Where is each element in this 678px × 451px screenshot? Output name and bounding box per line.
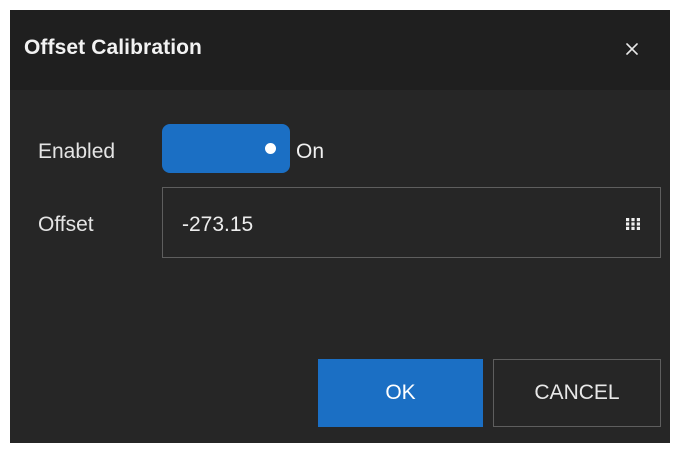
cancel-button[interactable]: CANCEL	[493, 359, 661, 427]
toggle-knob	[265, 143, 276, 154]
enabled-state-text: On	[296, 140, 325, 163]
offset-label: Offset	[38, 213, 94, 236]
offset-input[interactable]: -273.15	[162, 187, 661, 258]
offset-value: -273.15	[182, 213, 254, 236]
close-button[interactable]	[618, 35, 646, 63]
enabled-label: Enabled	[38, 140, 116, 163]
close-icon	[626, 43, 638, 55]
dialog-titlebar: Offset Calibration	[10, 10, 670, 90]
ok-button[interactable]: OK	[318, 359, 483, 427]
offset-calibration-dialog: Offset Calibration Enabled On Offset -27…	[10, 10, 670, 443]
dialog-title: Offset Calibration	[24, 36, 202, 59]
keypad-icon[interactable]	[625, 216, 641, 232]
enabled-toggle[interactable]	[162, 124, 290, 173]
